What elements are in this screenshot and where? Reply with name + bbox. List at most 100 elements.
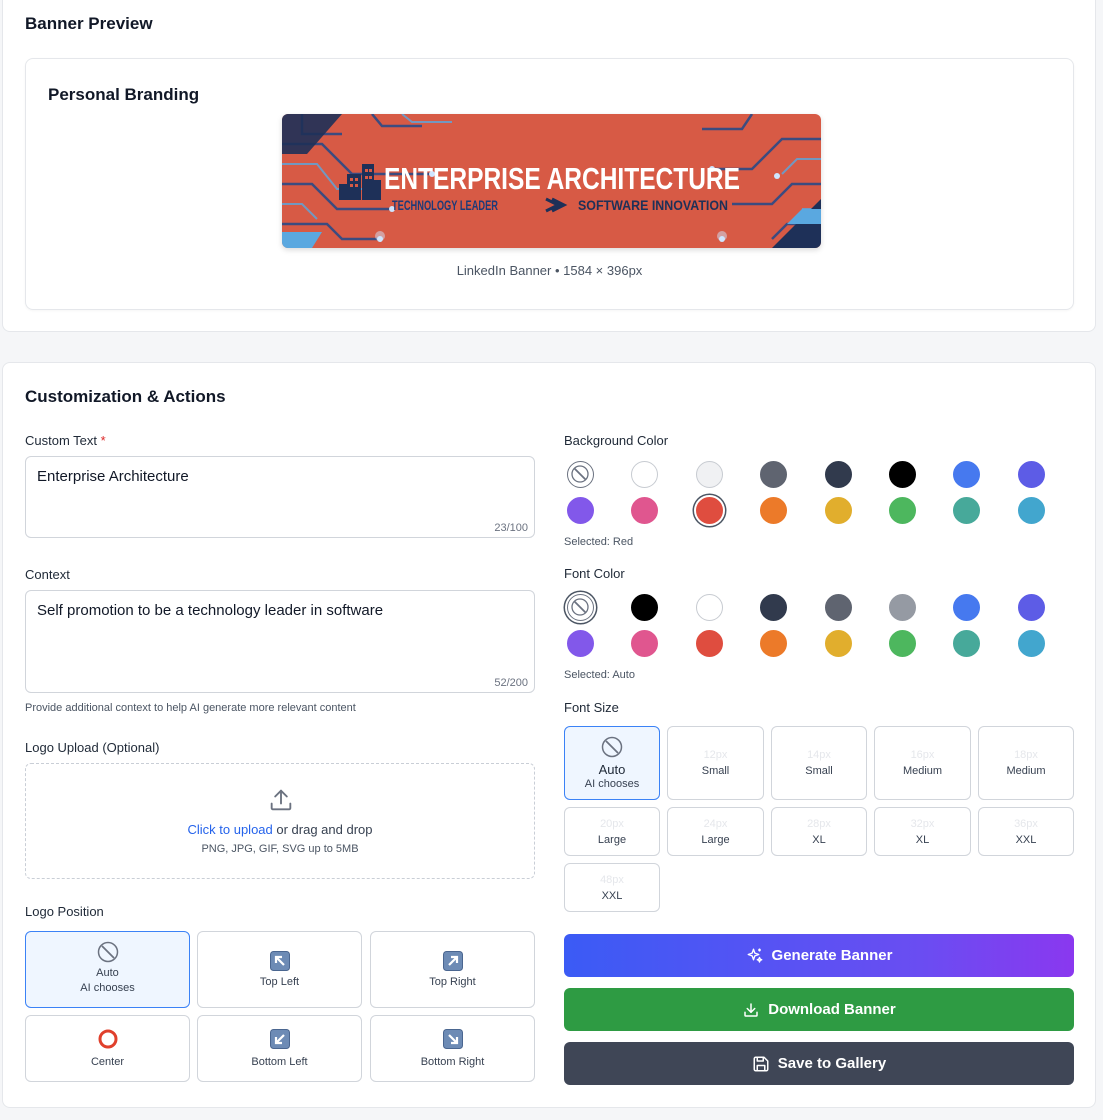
custom-text-value: Enterprise Architecture (37, 468, 189, 485)
font-size-px: 36px (1014, 818, 1038, 830)
font-color-label: Font Color (564, 566, 625, 581)
font-size-px: 14px (807, 749, 831, 761)
background-selected-text: Selected: Red (564, 536, 634, 548)
position-sub: AI chooses (80, 982, 135, 994)
color-swatch[interactable] (695, 594, 723, 621)
arrow-up-right-icon (371, 951, 534, 971)
generate-banner-button[interactable]: Generate Banner (564, 934, 1074, 977)
color-swatch[interactable] (1017, 497, 1045, 524)
char-counter: 52/200 (494, 677, 528, 689)
click-to-upload-link[interactable]: Click to upload (187, 822, 272, 837)
logo-position-auto[interactable]: Auto AI chooses (25, 931, 190, 1008)
font-selected-text: Selected: Auto (564, 669, 635, 681)
save-to-gallery-button[interactable]: Save to Gallery (564, 1042, 1074, 1085)
color-swatch[interactable] (567, 497, 594, 524)
font-size-auto[interactable]: Auto AI chooses (564, 726, 660, 800)
circle-icon (26, 1029, 189, 1049)
font-size-14px[interactable]: 14px Small (771, 726, 867, 800)
download-banner-button[interactable]: Download Banner (564, 988, 1074, 1031)
font-size-28px[interactable]: 28px XL (771, 807, 867, 856)
panel-title: Banner Preview (25, 14, 153, 33)
font-size-label: Font Size (564, 700, 619, 715)
font-size-px: 12px (703, 749, 728, 761)
color-swatch[interactable] (824, 630, 852, 657)
background-color-label: Background Color (564, 433, 669, 448)
logo-position-bottom-left[interactable]: Bottom Left (197, 1015, 362, 1082)
color-swatch[interactable] (824, 461, 852, 488)
customization-panel: Customization & Actions Custom Text * En… (2, 362, 1096, 1108)
logo-position-top-left[interactable]: Top Left (197, 931, 362, 1008)
color-swatch[interactable] (695, 461, 723, 488)
button-label: Download Banner (768, 1001, 896, 1018)
color-swatch[interactable] (760, 497, 788, 524)
banner-caption: LinkedIn Banner • 1584 × 396px (456, 263, 643, 278)
color-swatch[interactable] (889, 630, 916, 657)
color-swatch[interactable] (889, 594, 916, 621)
color-swatch[interactable] (631, 594, 659, 621)
char-counter: 23/100 (494, 522, 528, 534)
color-swatch[interactable] (1017, 461, 1045, 488)
color-swatch[interactable] (889, 497, 916, 524)
font-size-18px[interactable]: 18px Medium (978, 726, 1074, 800)
font-size-px: 28px (807, 818, 831, 830)
font-size-px: 20px (600, 818, 624, 830)
font-size-name: Medium (902, 765, 943, 777)
color-swatch[interactable] (760, 630, 788, 657)
font-size-name: Auto (598, 762, 626, 777)
logo-position-label: Logo Position (25, 904, 104, 919)
color-swatch[interactable] (953, 594, 981, 621)
color-swatch[interactable] (760, 461, 788, 488)
color-swatch[interactable] (889, 461, 916, 488)
color-swatch[interactable] (760, 594, 788, 621)
color-swatch[interactable] (953, 461, 981, 488)
font-size-name: Large (597, 834, 627, 846)
font-size-20px[interactable]: 20px Large (564, 807, 660, 856)
position-label: Center (90, 1056, 125, 1068)
arrow-up-left-icon (198, 951, 361, 971)
card-title: Personal Branding (48, 85, 200, 104)
no-entry-icon (565, 736, 659, 758)
font-size-sub: AI chooses (584, 778, 640, 790)
logo-dropzone[interactable]: Click to upload or drag and drop PNG, JP… (25, 763, 535, 879)
context-textarea[interactable]: Self promotion to be a technology leader… (25, 590, 535, 693)
font-size-32px[interactable]: 32px XL (874, 807, 971, 856)
color-swatch[interactable] (824, 594, 852, 621)
auto-color-swatch[interactable] (567, 461, 594, 488)
position-label: Bottom Left (251, 1056, 308, 1068)
font-size-48px[interactable]: 48px XXL (564, 863, 660, 912)
font-size-16px[interactable]: 16px Medium (874, 726, 971, 800)
color-swatch[interactable] (631, 497, 659, 524)
font-size-36px[interactable]: 36px XXL (978, 807, 1074, 856)
font-size-name: XL (812, 834, 826, 846)
context-value: Self promotion to be a technology leader… (37, 602, 384, 619)
logo-position-top-right[interactable]: Top Right (370, 931, 535, 1008)
color-swatch[interactable] (695, 497, 723, 524)
font-size-px: 16px (910, 749, 935, 761)
font-size-name: Large (701, 834, 730, 846)
color-swatch[interactable] (953, 630, 981, 657)
logo-position-center[interactable]: Center (25, 1015, 190, 1082)
auto-color-swatch[interactable] (567, 594, 594, 621)
banner-headline: ENTERPRISE ARCHITECTURE (384, 161, 740, 196)
color-swatch[interactable] (953, 497, 981, 524)
font-size-name: XXL (1015, 834, 1037, 846)
custom-text-input[interactable]: Enterprise Architecture 23/100 (25, 456, 535, 538)
font-size-name: Small (805, 765, 833, 777)
color-swatch[interactable] (631, 461, 659, 488)
no-entry-icon (571, 465, 589, 483)
font-size-name: Small (701, 765, 730, 777)
color-swatch[interactable] (824, 497, 852, 524)
download-icon (742, 1001, 760, 1019)
color-swatch[interactable] (567, 630, 594, 657)
font-size-px: 32px (910, 818, 935, 830)
logo-position-bottom-right[interactable]: Bottom Right (370, 1015, 535, 1082)
color-swatch[interactable] (1017, 594, 1045, 621)
color-swatch[interactable] (695, 630, 723, 657)
font-size-12px[interactable]: 12px Small (667, 726, 764, 800)
banner-preview-panel: Banner Preview Personal Branding ENTERPR… (2, 0, 1096, 332)
color-swatch[interactable] (631, 630, 659, 657)
arrow-down-right-icon (371, 1029, 534, 1049)
color-swatch[interactable] (1017, 630, 1045, 657)
font-size-px: 48px (600, 874, 624, 886)
font-size-24px[interactable]: 24px Large (667, 807, 764, 856)
